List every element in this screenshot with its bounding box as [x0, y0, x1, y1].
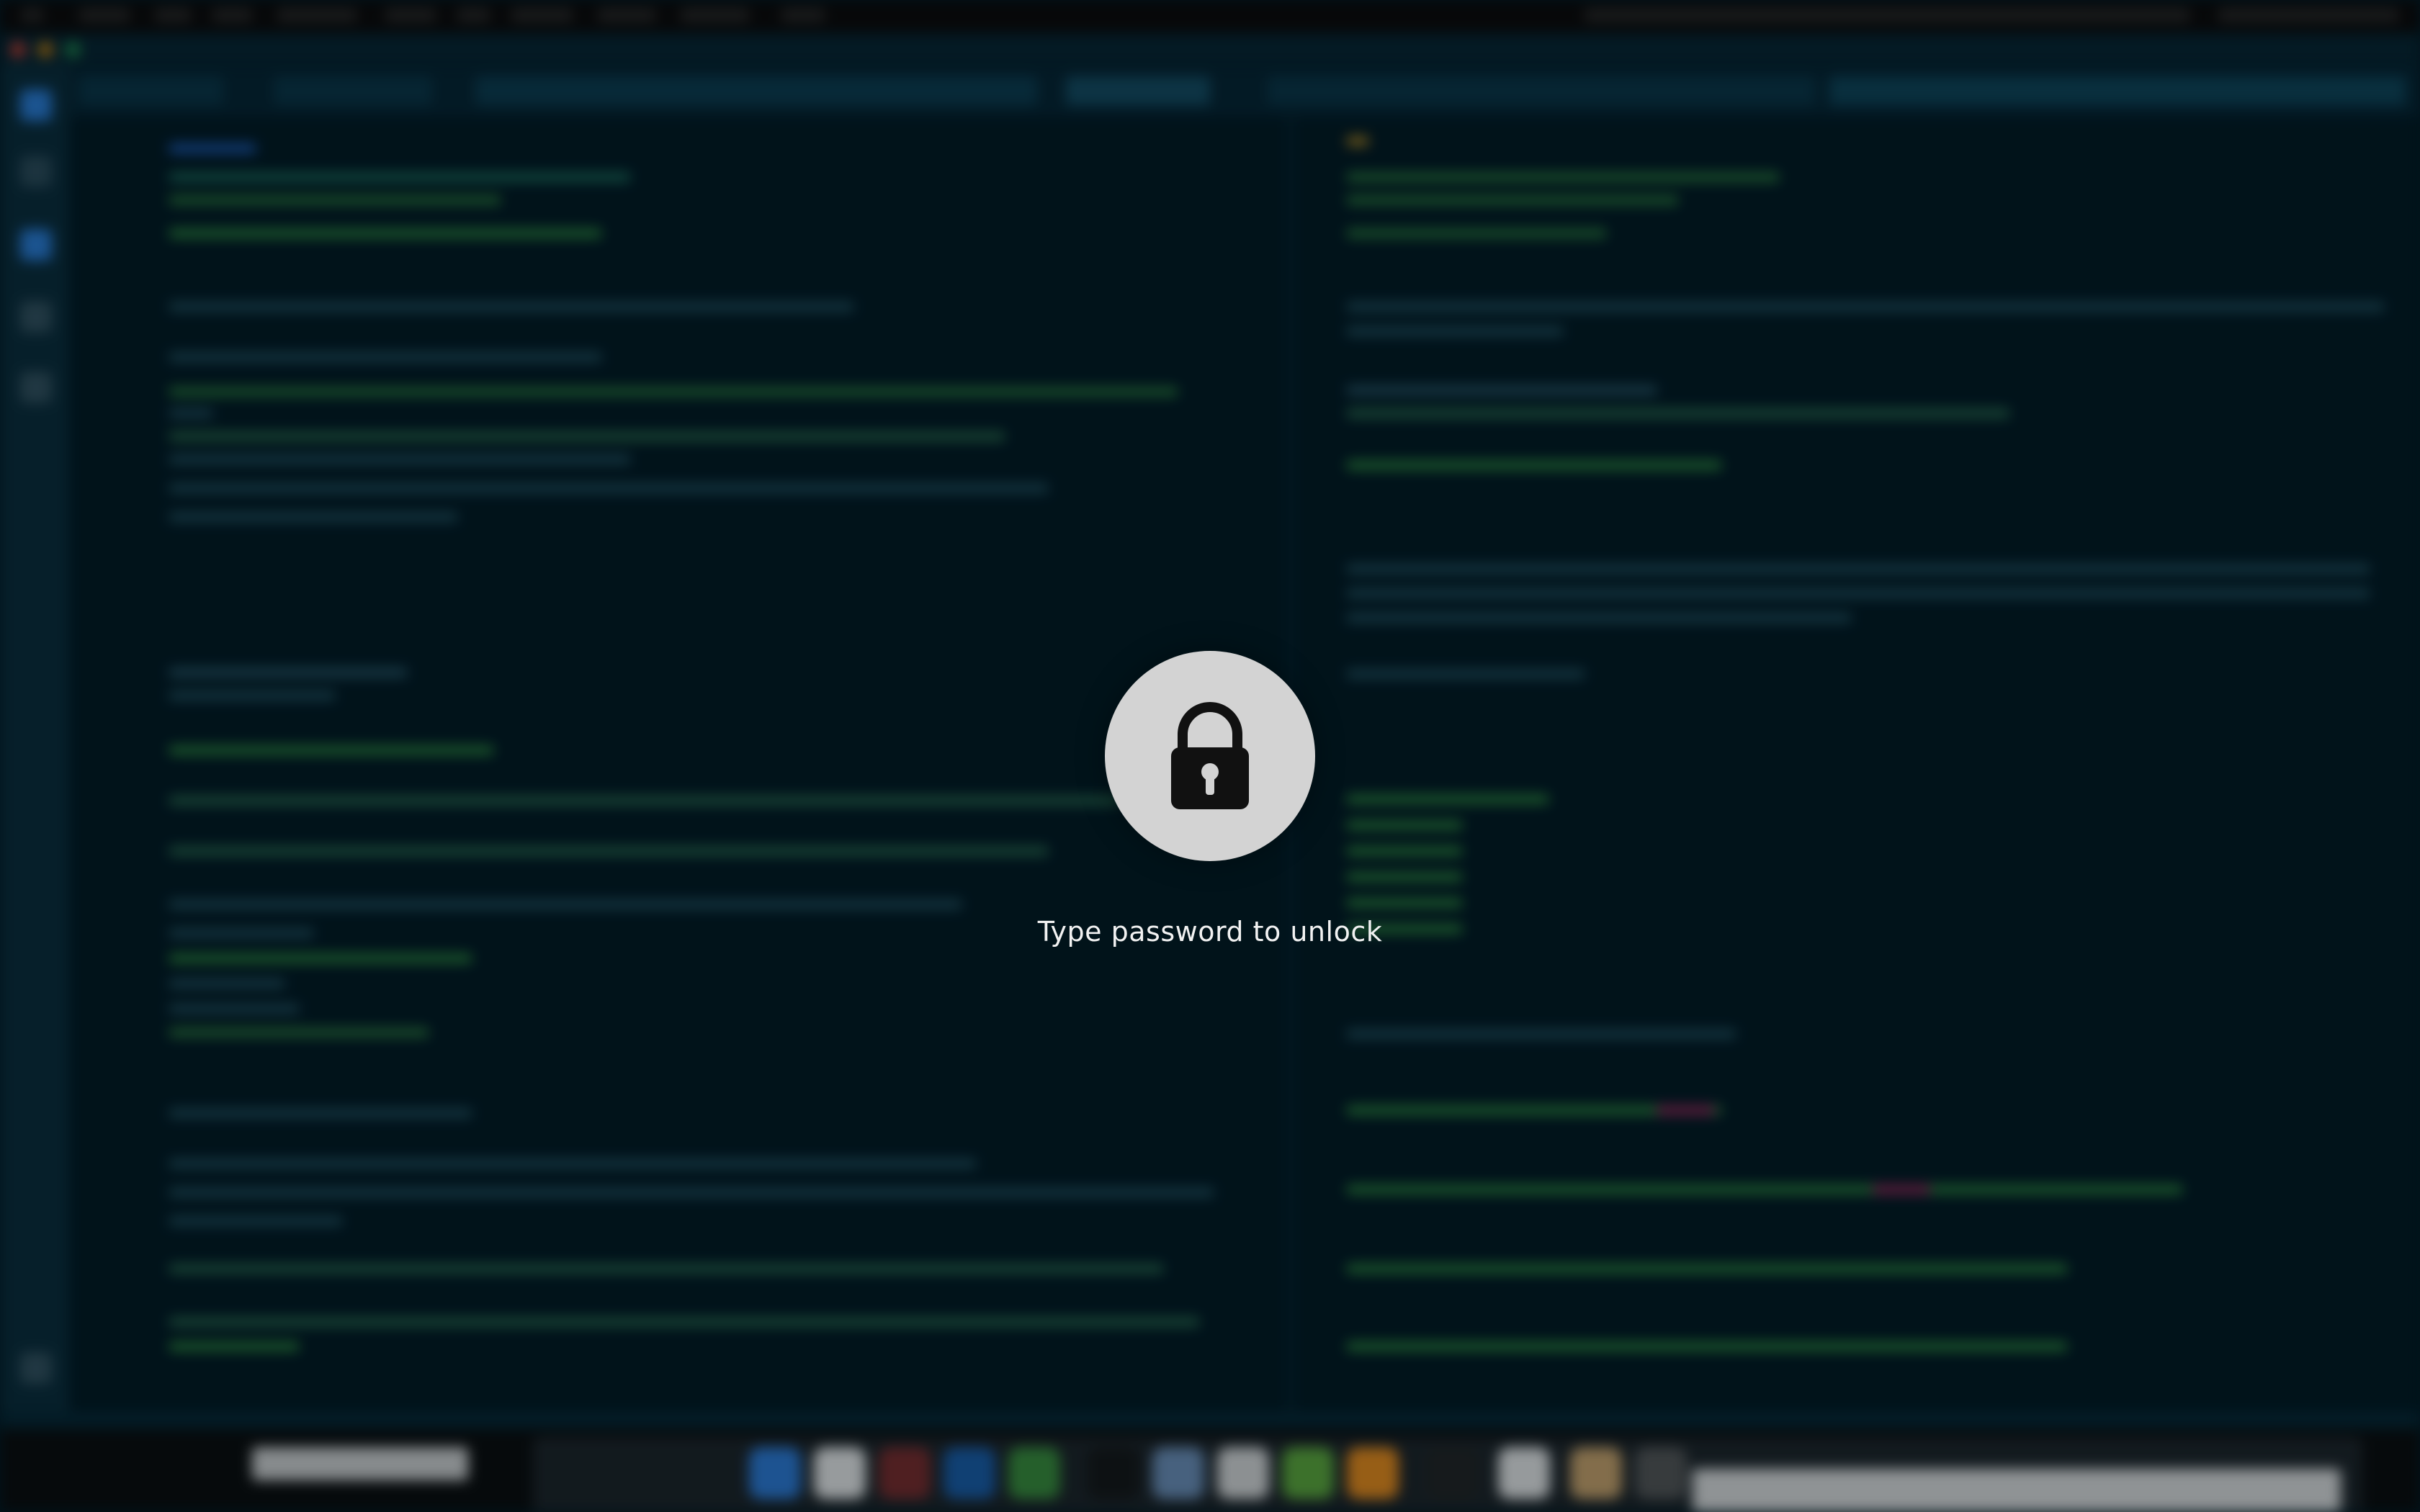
unlock-prompt: Type password to unlock [1037, 916, 1383, 948]
lock-button[interactable] [1105, 651, 1315, 861]
lock-screen: Type password to unlock [0, 0, 2420, 1512]
padlock-icon [1138, 684, 1282, 828]
